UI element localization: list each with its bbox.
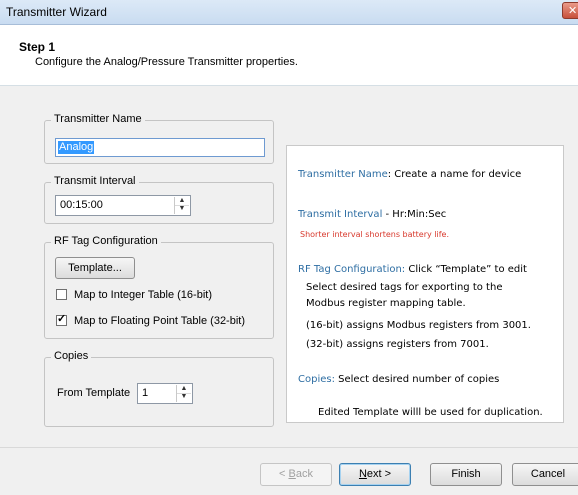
help-copies-title: Copies: [298,374,335,385]
step-title: Step 1 [19,40,56,54]
help-interval-title: Transmit Interval [298,209,383,220]
help-name-title: Transmitter Name [298,169,388,180]
step-description: Configure the Analog/Pressure Transmitte… [35,56,298,68]
rf-tag-configuration-group: RF Tag Configuration Template... Map to … [44,235,274,339]
transmit-interval-spinbox[interactable]: 00:15:00 ▲ ▼ [55,195,191,216]
checkmark-icon: ✓ [57,313,67,325]
help-rf-line2: Modbus register mapping table. [306,298,466,309]
wizard-header: Step 1 Configure the Analog/Pressure Tra… [0,25,578,86]
button-bar: < Back Next > Finish Cancel [0,448,578,495]
transmit-interval-group: Transmit Interval 00:15:00 ▲ ▼ [44,175,274,224]
from-template-label: From Template [57,387,131,399]
down-arrow-icon[interactable]: ▼ [175,205,189,213]
transmitter-name-input[interactable]: Analog [55,138,265,157]
map-integer-label: Map to Integer Table (16-bit) [74,289,212,301]
rf-tag-legend: RF Tag Configuration [51,235,161,247]
map-float-row[interactable]: ✓ Map to Floating Point Table (32-bit) [56,313,245,327]
transmit-interval-legend: Transmit Interval [51,175,139,187]
map-float-label: Map to Floating Point Table (32-bit) [74,315,245,327]
copies-spinbox[interactable]: 1 ▲ ▼ [137,383,193,404]
title-bar: Transmitter Wizard ✕ [0,0,578,25]
map-float-checkbox[interactable]: ✓ [56,313,67,326]
finish-button[interactable]: Finish [430,463,502,486]
copies-spinner[interactable]: ▲ ▼ [176,385,191,402]
next-button[interactable]: Next > [339,463,411,486]
cancel-button[interactable]: Cancel [512,463,578,486]
help-interval-line: Transmit Interval - Hr:Min:Sec [298,209,446,220]
copies-value: 1 [142,387,149,399]
transmitter-name-group: Transmitter Name Analog [44,113,274,164]
help-rf-line1: Select desired tags for exporting to the [306,282,503,293]
help-panel: Transmitter Name: Create a name for devi… [286,145,564,423]
back-rest: ack [295,468,313,480]
help-copies-line: Copies: Select desired number of copies [298,374,499,385]
interval-spinner[interactable]: ▲ ▼ [174,197,189,214]
help-interval-warning: Shorter interval shortens battery life. [300,230,449,239]
copies-legend: Copies [51,350,92,362]
transmitter-wizard-window: Transmitter Wizard ✕ Step 1 Configure th… [0,0,578,495]
help-copies-text: Select desired number of copies [334,374,500,385]
help-rf-title: RF Tag Configuration: [298,264,406,275]
transmitter-name-value: Analog [58,141,95,154]
back-prefix: < [279,468,289,480]
map-integer-row[interactable]: Map to Integer Table (16-bit) [56,289,212,301]
back-mnemonic: B [288,468,296,480]
help-name-text: : Create a name for device [387,169,522,180]
help-rf-line: RF Tag Configuration: Click “Template” t… [298,264,527,275]
transmit-interval-value: 00:15:00 [60,199,103,211]
help-copies-note: Edited Template willl be used for duplic… [318,407,543,418]
template-button[interactable]: Template... [55,257,135,279]
down-arrow-icon[interactable]: ▼ [177,393,191,401]
help-interval-text: - Hr:Min:Sec [382,209,447,220]
map-integer-checkbox[interactable] [56,289,67,300]
close-icon[interactable]: ✕ [562,2,578,19]
window-title: Transmitter Wizard [6,5,107,19]
help-name-line: Transmitter Name: Create a name for devi… [298,169,521,180]
copies-group: Copies From Template 1 ▲ ▼ [44,350,274,427]
transmitter-name-legend: Transmitter Name [51,113,145,125]
back-button[interactable]: < Back [260,463,332,486]
help-rf-32bit: (32-bit) assigns registers from 7001. [306,339,489,350]
help-rf-text: Click “Template” to edit [405,264,527,275]
help-rf-16bit: (16-bit) assigns Modbus registers from 3… [306,320,531,331]
next-rest: ext > [366,468,392,480]
next-mnemonic: N [358,468,367,480]
